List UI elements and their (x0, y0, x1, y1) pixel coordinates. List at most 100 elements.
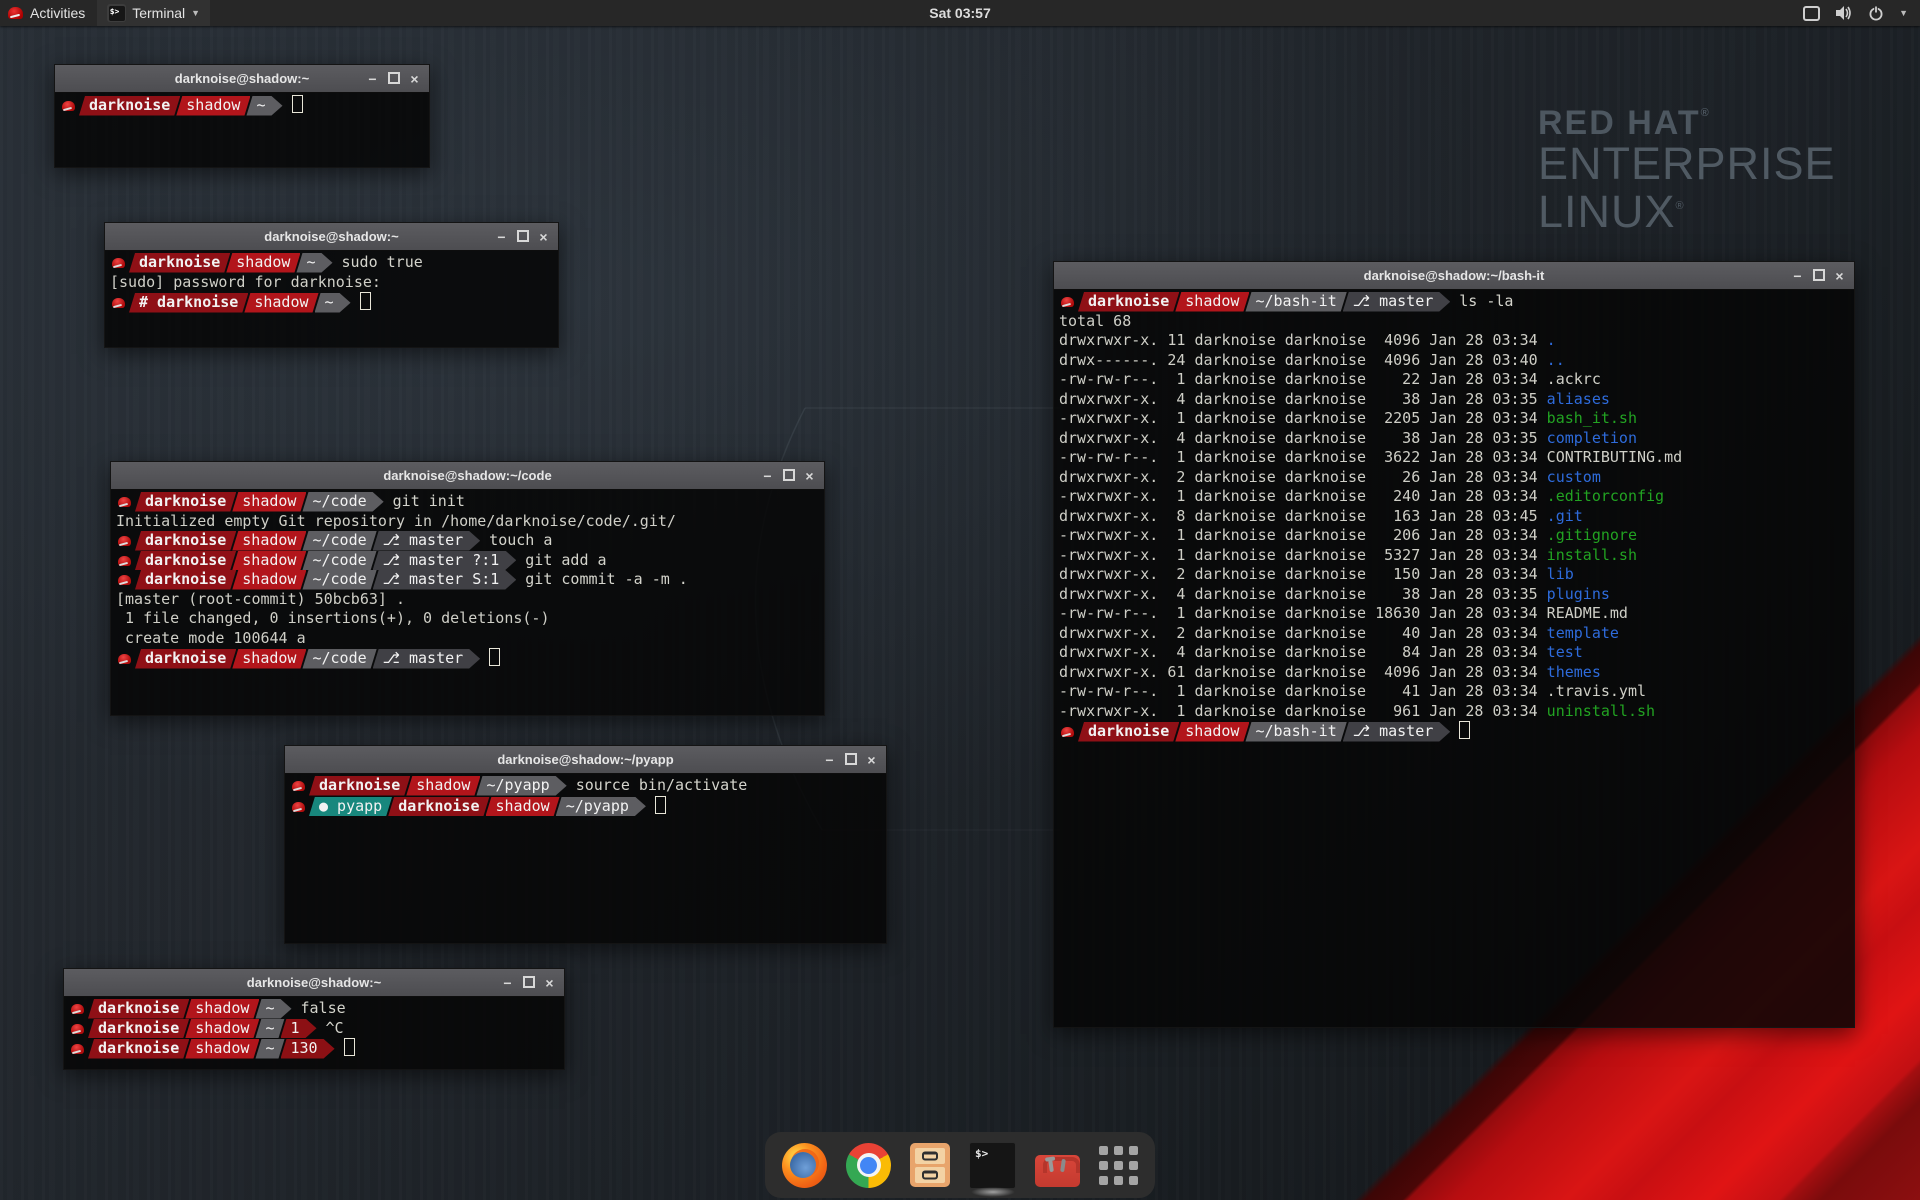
ls-row: drwx------. 24 darknoise darknoise 4096 … (1059, 351, 1849, 371)
maximize-button[interactable] (778, 469, 799, 483)
terminal-line: [master (root-commit) 50bcb63] . (116, 590, 819, 610)
ls-row-meta: -rw-rw-r--. 1 darknoise darknoise 22 Jan… (1059, 370, 1547, 388)
prompt-segment-user: darknoise (135, 492, 236, 512)
window-titlebar[interactable]: darknoise@shadow:~−× (55, 65, 429, 93)
maximize-button[interactable] (1808, 269, 1829, 283)
prompt-segment-user: darknoise (88, 999, 189, 1019)
terminal-line: darknoiseshadow~/code⎇ master S:1git com… (116, 570, 819, 590)
ls-row-filename: .. (1547, 351, 1565, 369)
window-buttons: −× (362, 65, 425, 92)
window-buttons: −× (497, 969, 560, 996)
window-title: darknoise@shadow:~/bash-it (1054, 268, 1854, 283)
terminal-content[interactable]: darknoiseshadow~falsedarknoiseshadow~1^C… (64, 996, 564, 1069)
prompt-segment-path: ~/code (302, 649, 376, 669)
ls-row: drwxrwxr-x. 2 darknoise darknoise 150 Ja… (1059, 565, 1849, 585)
terminal-line: darknoiseshadow~/pyappsource bin/activat… (290, 776, 881, 796)
terminal-content[interactable]: darknoiseshadow~/pyappsource bin/activat… (285, 773, 886, 943)
clock[interactable]: Sat 03:57 (919, 0, 1000, 26)
minimize-button[interactable]: − (362, 72, 383, 86)
window-titlebar[interactable]: darknoise@shadow:~−× (64, 969, 564, 997)
prompt-segment-path: ~ (296, 253, 332, 273)
display-icon[interactable] (1803, 6, 1820, 21)
redhat-prompt-icon (118, 556, 131, 566)
ls-row-filename: CONTRIBUTING.md (1547, 448, 1682, 466)
window-titlebar[interactable]: darknoise@shadow:~/bash-it−× (1054, 262, 1854, 290)
close-button[interactable]: × (861, 753, 882, 767)
minimize-button[interactable]: − (757, 469, 778, 483)
ls-row-meta: drwxrwxr-x. 8 darknoise darknoise 163 Ja… (1059, 507, 1547, 525)
close-button[interactable]: × (404, 72, 425, 86)
grid-dot (1114, 1146, 1123, 1155)
prompt-segment-git: ⎇ master S:1 (373, 570, 517, 590)
terminal-line: darknoiseshadow~/codegit init (116, 492, 819, 512)
redhat-prompt-icon (1061, 297, 1074, 307)
power-icon[interactable] (1868, 5, 1884, 21)
window-titlebar[interactable]: darknoise@shadow:~/pyapp−× (285, 746, 886, 774)
volume-icon[interactable] (1835, 5, 1853, 21)
prompt-segment-host: shadow (185, 1039, 259, 1059)
close-button[interactable]: × (1829, 269, 1850, 283)
close-button[interactable]: × (539, 976, 560, 990)
firefox-icon[interactable] (782, 1143, 827, 1188)
chrome-icon[interactable] (846, 1143, 891, 1188)
prompt-segment-host: shadow (1175, 292, 1249, 312)
ls-row-filename: . (1547, 331, 1556, 349)
app-grid-icon[interactable] (1099, 1146, 1138, 1185)
ls-row-meta: -rwxrwxr-x. 1 darknoise darknoise 240 Ja… (1059, 487, 1547, 505)
prompt-segment-host: shadow (185, 999, 259, 1019)
terminal-line: ● pyappdarknoiseshadow~/pyapp (290, 796, 881, 816)
ls-row-meta: -rw-rw-r--. 1 darknoise darknoise 41 Jan… (1059, 682, 1547, 700)
terminal-content[interactable]: darknoiseshadow~/codegit initInitialized… (111, 489, 824, 715)
terminal-content[interactable]: darknoiseshadow~sudo true[sudo] password… (105, 250, 558, 347)
prompt-segment-host: shadow (232, 551, 306, 571)
terminal-output-text: total 68 (1059, 312, 1131, 330)
terminal-window-t4: darknoise@shadow:~/pyapp−×darknoiseshado… (284, 745, 887, 944)
app-menu-terminal[interactable]: $> Terminal ▼ (97, 0, 210, 26)
close-button[interactable]: × (533, 230, 554, 244)
ls-row: drwxrwxr-x. 4 darknoise darknoise 38 Jan… (1059, 585, 1849, 605)
window-titlebar[interactable]: darknoise@shadow:~−× (105, 223, 558, 251)
window-buttons: −× (491, 223, 554, 250)
prompt-segment-host: shadow (185, 1019, 259, 1039)
system-menu-chevron-icon[interactable]: ▼ (1899, 8, 1908, 18)
toolbox-icon[interactable] (1035, 1155, 1080, 1187)
minimize-button[interactable]: − (819, 753, 840, 767)
terminal-line: darknoiseshadow~sudo true (110, 253, 553, 273)
redhat-prompt-icon (118, 575, 131, 585)
running-indicator (971, 1187, 1015, 1197)
maximize-button[interactable] (518, 976, 539, 990)
terminal-cursor (655, 796, 666, 814)
terminal-content[interactable]: darknoiseshadow~ (55, 92, 429, 167)
terminal-line: # darknoiseshadow~ (110, 292, 553, 312)
maximize-button[interactable] (840, 753, 861, 767)
terminal-output-text: Initialized empty Git repository in /hom… (116, 512, 676, 530)
terminal-window-t6: darknoise@shadow:~/bash-it−×darknoisesha… (1053, 261, 1855, 1028)
files-icon[interactable] (910, 1143, 950, 1187)
minimize-button[interactable]: − (1787, 269, 1808, 283)
terminal-glyph: $> (975, 1147, 988, 1160)
branding-enterprise: ENTERPRISE (1538, 143, 1836, 185)
command-text: sudo true (342, 253, 423, 271)
ls-row-meta: drwxrwxr-x. 4 darknoise darknoise 84 Jan… (1059, 643, 1547, 661)
ls-row-filename: install.sh (1547, 546, 1637, 564)
prompt-segment-user: darknoise (79, 96, 180, 116)
terminal-line: darknoiseshadow~/code⎇ master (116, 648, 819, 668)
close-button[interactable]: × (799, 469, 820, 483)
maximize-button[interactable] (383, 72, 404, 86)
ls-row-meta: -rw-rw-r--. 1 darknoise darknoise 3622 J… (1059, 448, 1547, 466)
minimize-button[interactable]: − (497, 976, 518, 990)
redhat-prompt-icon (118, 536, 131, 546)
maximize-button[interactable] (512, 230, 533, 244)
ls-row-filename: uninstall.sh (1547, 702, 1655, 720)
terminal-content[interactable]: darknoiseshadow~/bash-it⎇ masterls -lato… (1054, 289, 1854, 1027)
window-titlebar[interactable]: darknoise@shadow:~/code−× (111, 462, 824, 490)
prompt-segment-path: ~/code (302, 551, 376, 571)
terminal-icon[interactable]: $> (969, 1142, 1016, 1189)
window-buttons: −× (1787, 262, 1850, 289)
activities-button[interactable]: Activities (0, 0, 97, 26)
minimize-button[interactable]: − (491, 230, 512, 244)
prompt-segment-git: ⎇ master (1343, 722, 1451, 742)
ls-row: -rwxrwxr-x. 1 darknoise darknoise 5327 J… (1059, 546, 1849, 566)
redhat-prompt-icon (292, 802, 305, 812)
redhat-prompt-icon (1061, 727, 1074, 737)
